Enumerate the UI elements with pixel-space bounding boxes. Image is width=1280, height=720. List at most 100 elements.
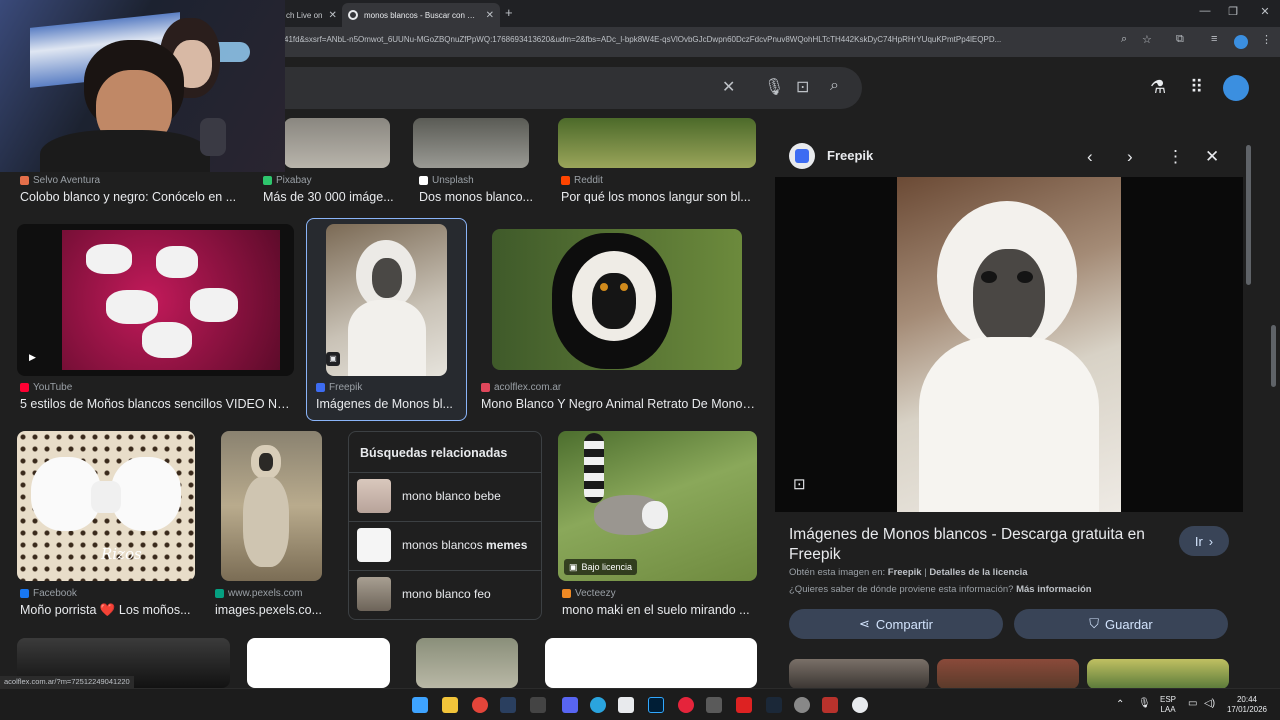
clock[interactable]: 20:44 17/01/2026 [1224, 695, 1270, 715]
lens-search-icon[interactable]: ⊡ [793, 475, 806, 493]
previous-icon[interactable]: ‹ [1087, 147, 1093, 167]
result-title[interactable]: 5 estilos de Moños blancos sencillos VID… [20, 397, 292, 411]
lens-search-icon[interactable]: ⊡ [796, 77, 809, 97]
result-image[interactable] [492, 229, 742, 370]
app-icon[interactable] [822, 697, 838, 713]
result-title[interactable]: Moño porrista ❤️ Los moños... [20, 603, 198, 618]
result-image[interactable]: ▣ Bajo licencia [558, 431, 757, 581]
profile-avatar[interactable] [1234, 35, 1248, 49]
panel-scrollbar[interactable] [1246, 145, 1251, 285]
photoshop-icon[interactable] [648, 697, 664, 713]
app-icon[interactable] [618, 697, 634, 713]
result-title[interactable]: Por qué los monos langur son bl... [561, 190, 755, 204]
chrome-menu-icon[interactable]: ⋮ [1261, 33, 1272, 46]
result-title[interactable]: Imágenes de Monos bl... [316, 397, 456, 411]
apps-grid-icon[interactable]: ⠿ [1190, 77, 1203, 98]
next-icon[interactable]: › [1127, 147, 1133, 167]
result-image[interactable] [413, 118, 529, 168]
result-image[interactable]: Rizos [17, 431, 195, 581]
related-image[interactable] [789, 659, 929, 689]
obtain-site-link[interactable]: Freepik [888, 567, 922, 578]
address-bar[interactable]: 41fd&sxsrf=ANbL-n5Omwot_6UUNu-MGoZBQnuZf… [284, 35, 1112, 44]
microphone-icon[interactable]: 🎙 [1138, 698, 1151, 709]
related-image[interactable] [937, 659, 1079, 689]
restore-icon[interactable]: ❐ [1218, 5, 1248, 18]
window-close-icon[interactable]: ✕ [1250, 5, 1280, 18]
license-details-link[interactable]: Detalles de la licencia [929, 567, 1027, 578]
page-scrollbar[interactable] [1271, 325, 1276, 387]
labs-flask-icon[interactable]: ⚗ [1150, 77, 1166, 98]
search-icon[interactable]: ⌕ [830, 77, 839, 95]
play-icon: ▶ [29, 352, 36, 362]
site-favicon-icon [481, 383, 490, 392]
more-info-link[interactable]: Más información [1016, 584, 1092, 595]
more-options-icon[interactable]: ⋮ [1167, 147, 1184, 167]
result-source: Unsplash [419, 175, 549, 186]
start-windows-icon[interactable] [412, 697, 428, 713]
close-panel-icon[interactable]: ✕ [1205, 147, 1219, 167]
result-source: Vecteezy [562, 588, 752, 599]
related-item[interactable]: monos blancos memes [349, 521, 541, 565]
tab-twitch[interactable]: ch Live on ✕ [280, 3, 342, 27]
discord-icon[interactable] [562, 697, 578, 713]
search-input[interactable]: ✕ 🎙 ⊡ ⌕ [240, 67, 862, 109]
telegram-icon[interactable] [590, 697, 606, 713]
result-image[interactable] [545, 638, 757, 688]
epic-games-icon[interactable] [530, 697, 546, 713]
app-icon[interactable] [678, 697, 694, 713]
chrome-icon[interactable] [472, 697, 488, 713]
clear-search-icon[interactable]: ✕ [722, 77, 735, 97]
tab-google-search[interactable]: monos blancos - Buscar con Google ✕ [342, 3, 500, 27]
related-label: mono blanco bebe [402, 489, 501, 503]
close-icon[interactable]: ✕ [480, 10, 494, 21]
windows-taskbar: ⌃ 🎙 ESP LAA ▭ ◁) 20:44 17/01/2026 [0, 688, 1280, 720]
save-button[interactable]: ⛉ Guardar [1014, 609, 1228, 639]
new-tab-button[interactable]: + [505, 5, 513, 20]
minimize-icon[interactable]: — [1190, 5, 1220, 17]
related-item[interactable]: mono blanco feo [349, 570, 541, 614]
result-title[interactable]: mono maki en el suelo mirando ... [562, 603, 756, 617]
related-image[interactable] [1087, 659, 1229, 689]
result-image[interactable] [284, 118, 390, 168]
volume-icon[interactable]: ◁) [1204, 698, 1215, 709]
visit-button[interactable]: Ir › [1179, 526, 1229, 556]
voice-search-icon[interactable]: 🎙 [764, 77, 784, 97]
result-source: Facebook [20, 588, 190, 599]
extensions-icon[interactable]: ⧉ [1176, 33, 1184, 46]
file-explorer-icon[interactable] [442, 697, 458, 713]
result-title[interactable]: Colobo blanco y negro: Conócelo en ... [20, 190, 245, 204]
share-button[interactable]: ⋖ Compartir [789, 609, 1003, 639]
bookmark-star-icon[interactable]: ☆ [1142, 33, 1152, 46]
result-title[interactable]: Dos monos blanco... [419, 190, 545, 204]
result-title[interactable]: Mono Blanco Y Negro Animal Retrato De Mo… [481, 397, 755, 411]
steam-icon[interactable] [500, 697, 516, 713]
result-image[interactable] [247, 638, 390, 688]
tray-chevron-icon[interactable]: ⌃ [1116, 699, 1124, 710]
reading-list-icon[interactable]: ≡ [1211, 33, 1217, 45]
network-icon[interactable]: ▭ [1188, 698, 1197, 709]
app-icon[interactable] [706, 697, 722, 713]
watermark-text: Rizos [101, 545, 142, 563]
related-thumbnail [357, 528, 391, 562]
result-image[interactable]: ▣ [326, 224, 447, 376]
app-icon[interactable] [736, 697, 752, 713]
language-indicator[interactable]: ESP LAA [1156, 695, 1180, 715]
result-image[interactable] [558, 118, 756, 168]
result-image[interactable] [416, 638, 518, 688]
result-title[interactable]: Más de 30 000 imáge... [263, 190, 403, 204]
bows-image [62, 230, 280, 370]
panel-title[interactable]: Imágenes de Monos blancos - Descarga gra… [789, 525, 1159, 565]
account-avatar[interactable] [1223, 75, 1249, 101]
steam-icon[interactable] [766, 697, 782, 713]
result-image[interactable]: ▶ [17, 224, 294, 376]
settings-icon[interactable] [852, 697, 868, 713]
app-icon[interactable] [794, 697, 810, 713]
zoom-icon[interactable]: ⌕ [1121, 33, 1127, 46]
result-image[interactable] [221, 431, 322, 581]
result-source: Pixabay [263, 175, 403, 186]
related-item[interactable]: mono blanco bebe [349, 472, 541, 516]
related-label: monos blancos memes [402, 538, 528, 552]
close-icon[interactable]: ✕ [322, 10, 336, 21]
preview-image[interactable] [897, 177, 1121, 512]
result-title[interactable]: images.pexels.co... [215, 603, 325, 617]
